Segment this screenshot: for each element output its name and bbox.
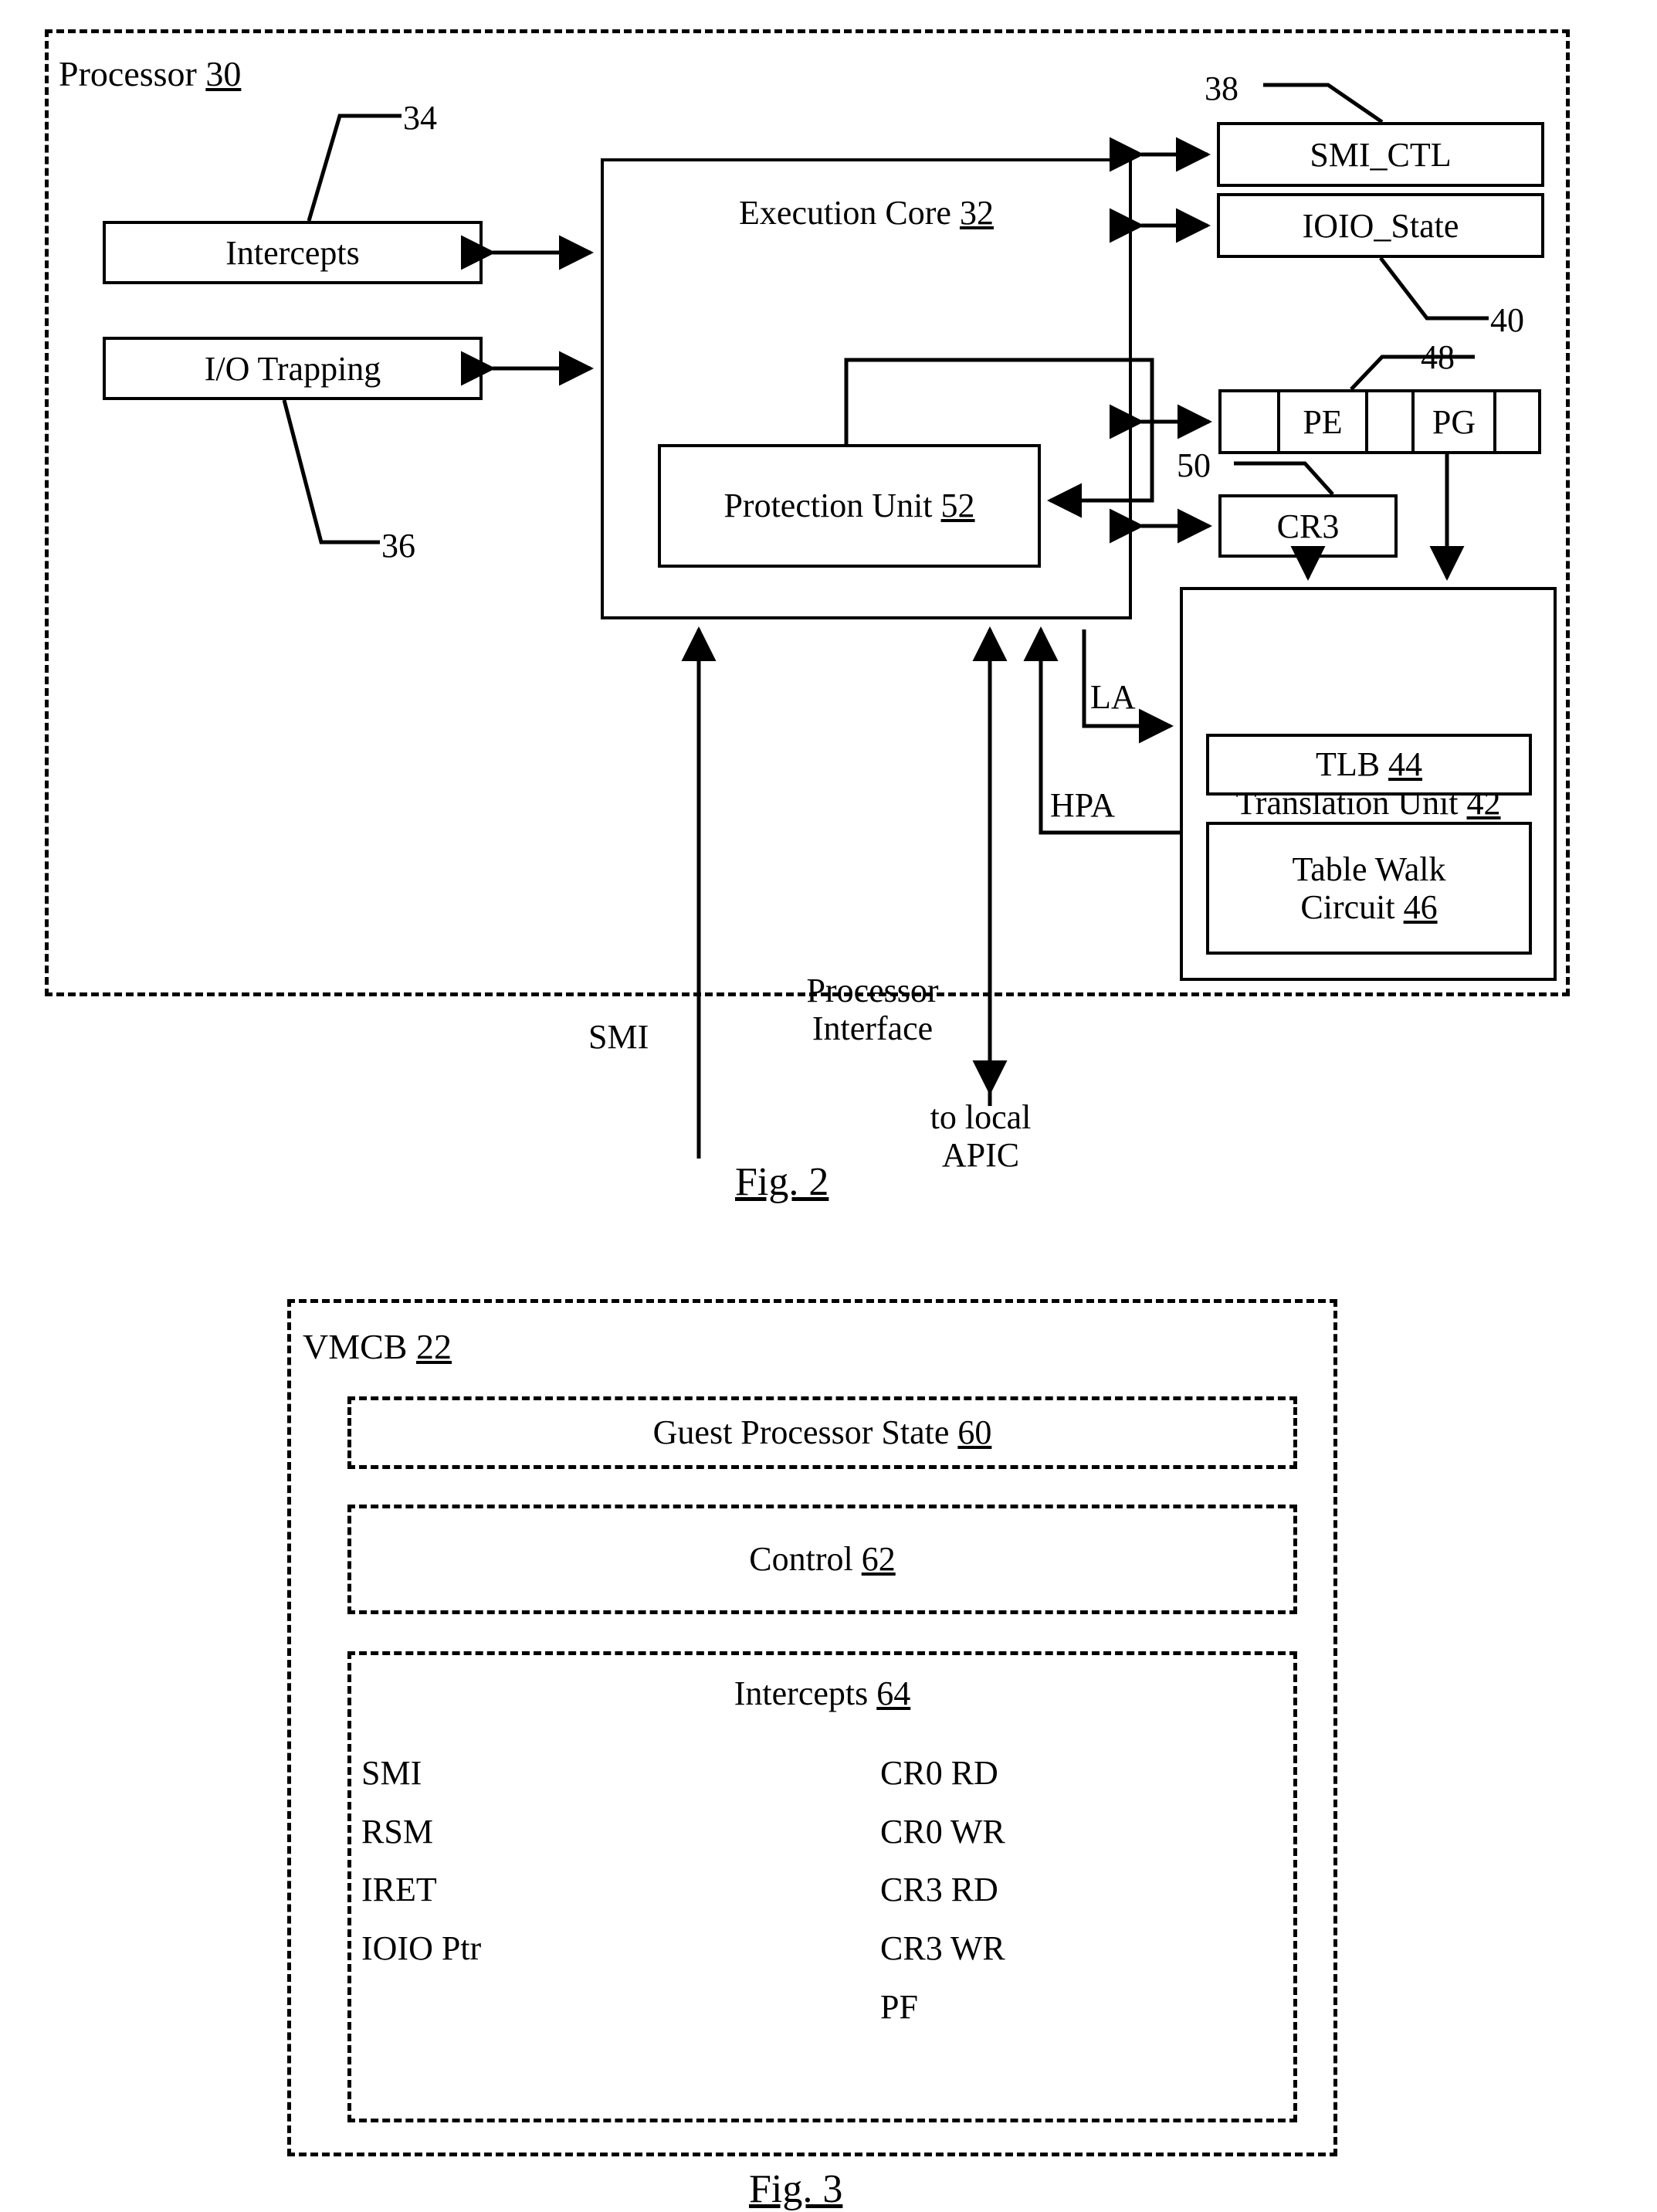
- cr0-register-box: PE PG: [1218, 389, 1541, 454]
- to-local-apic-label: to local APIC: [896, 1098, 1066, 1175]
- processor-title: Processor 30: [59, 54, 241, 94]
- intercept-item-cr3-rd: CR3 RD: [880, 1871, 998, 1909]
- control-title: Control 62: [749, 1540, 895, 1578]
- ref-38-label: 38: [1205, 70, 1239, 107]
- intercept-item-cr3-wr: CR3 WR: [880, 1929, 1005, 1968]
- intercept-item-pf: PF: [880, 1987, 918, 2026]
- ioio-state-label: IOIO_State: [1302, 206, 1459, 245]
- intercepts-label: Intercepts: [225, 233, 360, 272]
- intercept-item-cr0-wr: CR0 WR: [880, 1812, 1005, 1851]
- cr0-cell-0: [1222, 392, 1280, 451]
- table-walk-ref: 46: [1403, 888, 1438, 926]
- cr0-cell-4: [1496, 392, 1538, 451]
- intercepts-box: Intercepts: [103, 221, 483, 284]
- cr0-cell-pg: PG: [1415, 392, 1496, 451]
- to-local-apic-line2: APIC: [941, 1136, 1020, 1175]
- ref-40-label: 40: [1490, 301, 1524, 339]
- execution-core-title: Execution Core 32: [739, 194, 994, 232]
- processor-title-label: Processor: [59, 54, 197, 93]
- cr0-cell-2: [1368, 392, 1415, 451]
- intercepts-left-column: SMI RSM IRET IOIO Ptr: [361, 1744, 481, 1978]
- intercepts-right-column: CR0 RD CR0 WR CR3 RD CR3 WR PF: [880, 1744, 1005, 2036]
- guest-processor-state-label: Guest Processor State: [652, 1413, 950, 1452]
- guest-processor-state-section: Guest Processor State 60: [347, 1396, 1297, 1469]
- table-walk-line2: Circuit: [1300, 888, 1395, 926]
- processor-interface-label: Processor Interface: [772, 972, 973, 1048]
- vmcb-title-ref: 22: [415, 1327, 452, 1366]
- to-local-apic-line1: to local: [930, 1098, 1032, 1136]
- guest-processor-state-title: Guest Processor State 60: [653, 1413, 992, 1451]
- patent-figure-sheet: Processor 30 Execution Core 32 Protectio…: [0, 0, 1657, 2211]
- vmcb-title: VMCB 22: [303, 1327, 452, 1367]
- processor-interface-line2: Interface: [812, 1009, 934, 1048]
- io-trapping-box: I/O Trapping: [103, 337, 483, 400]
- cr3-box: CR3: [1218, 494, 1398, 558]
- execution-core-label: Execution Core: [739, 194, 951, 232]
- intercept-item-rsm: RSM: [361, 1812, 433, 1851]
- cr3-label: CR3: [1276, 507, 1340, 545]
- figure-2-caption: Fig. 2: [735, 1160, 829, 1204]
- la-signal-label: LA: [1090, 678, 1136, 716]
- intercepts-section-label: Intercepts: [734, 1674, 869, 1712]
- intercepts-section: [347, 1651, 1297, 2122]
- processor-title-ref: 30: [205, 54, 242, 93]
- ref-34-label: 34: [403, 99, 437, 137]
- protection-unit-box: Protection Unit 52: [658, 444, 1041, 568]
- ref-48-label: 48: [1421, 338, 1455, 376]
- processor-interface-line1: Processor: [806, 972, 939, 1009]
- intercept-item-smi: SMI: [361, 1754, 422, 1792]
- figure-3-caption-visible: Fig. 3: [749, 2167, 843, 2211]
- hpa-signal-label: HPA: [1050, 786, 1115, 824]
- tlb-box: TLB 44: [1206, 734, 1532, 796]
- smi-ctl-box: SMI_CTL: [1217, 122, 1544, 187]
- control-label: Control: [749, 1540, 853, 1579]
- vmcb-title-label: VMCB: [303, 1327, 408, 1366]
- control-section: Control 62: [347, 1505, 1297, 1614]
- intercepts-section-ref: 64: [876, 1674, 911, 1712]
- table-walk-circuit-box: Table Walk Circuit 46: [1206, 822, 1532, 955]
- table-walk-title: Table Walk Circuit 46: [1209, 850, 1529, 927]
- intercepts-section-title: Intercepts 64: [347, 1674, 1297, 1712]
- tlb-title: TLB 44: [1316, 745, 1422, 783]
- smi-ctl-label: SMI_CTL: [1310, 135, 1452, 174]
- intercept-item-iret: IRET: [361, 1871, 437, 1909]
- protection-unit-title: Protection Unit 52: [723, 487, 974, 524]
- cr0-cell-pe-label: PE: [1303, 402, 1343, 441]
- protection-unit-ref: 52: [940, 487, 975, 525]
- control-ref: 62: [861, 1540, 896, 1579]
- table-walk-line1: Table Walk: [1292, 850, 1446, 888]
- tlb-ref: 44: [1388, 745, 1423, 784]
- guest-processor-state-ref: 60: [957, 1413, 992, 1452]
- execution-core-ref: 32: [959, 194, 994, 232]
- cr0-cell-pg-label: PG: [1432, 402, 1476, 441]
- intercept-item-ioio-ptr: IOIO Ptr: [361, 1929, 482, 1968]
- intercept-item-cr0-rd: CR0 RD: [880, 1754, 998, 1792]
- ioio-state-box: IOIO_State: [1217, 193, 1544, 258]
- protection-unit-label: Protection Unit: [723, 487, 933, 525]
- io-trapping-label: I/O Trapping: [204, 349, 381, 388]
- tlb-label: TLB: [1315, 745, 1381, 784]
- smi-signal-label: SMI: [588, 1018, 649, 1056]
- ref-50-label: 50: [1177, 446, 1211, 484]
- cr0-cell-pe: PE: [1280, 392, 1368, 451]
- ref-36-label: 36: [381, 527, 415, 565]
